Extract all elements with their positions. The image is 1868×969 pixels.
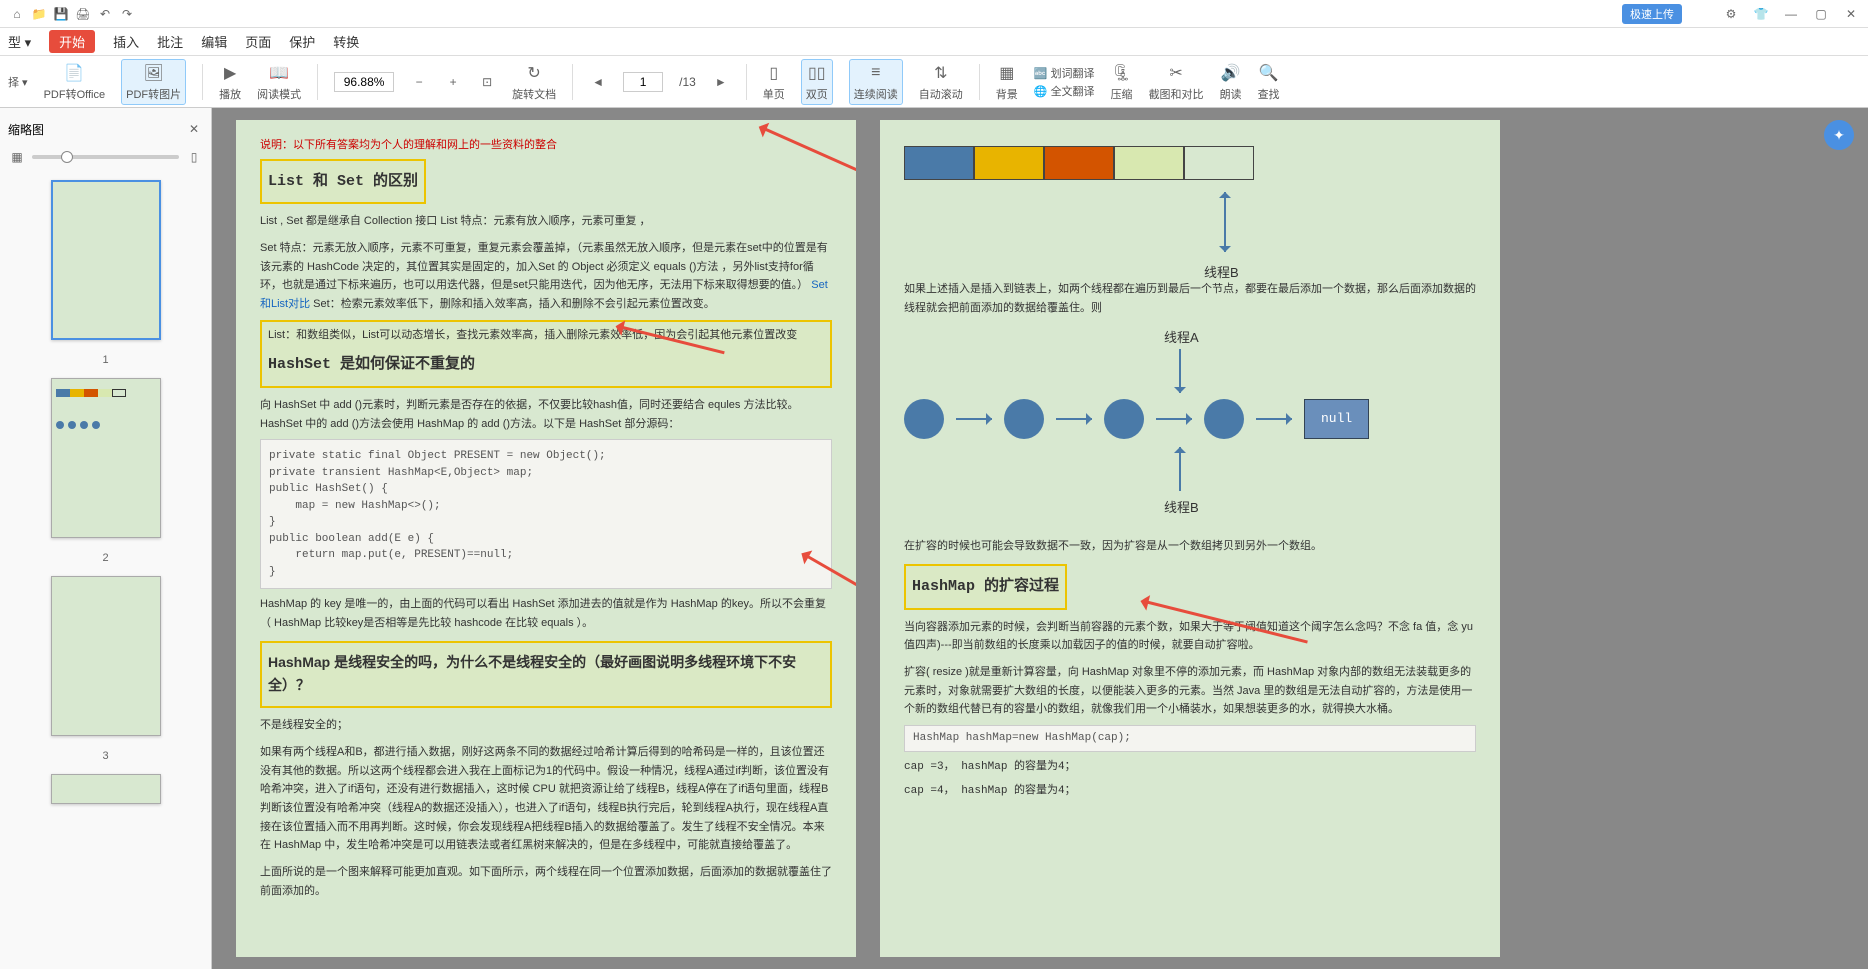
p-diagram-intro: 上面所说的是一个图来解释可能更加直观。如下面所示，两个线程在同一个位置添加数据，… xyxy=(260,863,832,900)
open-icon[interactable]: 📁 xyxy=(30,5,48,23)
upload-badge[interactable]: 极速上传 xyxy=(1622,4,1682,24)
close-icon[interactable]: ✕ xyxy=(1842,5,1860,23)
read-mode[interactable]: 📖阅读模式 xyxy=(257,62,301,102)
continuous-read[interactable]: ≡连续阅读 xyxy=(849,59,903,105)
p-list-set-intro: List , Set 都是继承自 Collection 接口 List 特点：元… xyxy=(260,212,832,231)
p-hashset-add: 向 HashSet 中 add ()元素时，判断元素是否存在的依据，不仅要比较h… xyxy=(260,396,832,433)
label-threadB-2: 线程B xyxy=(1164,497,1199,519)
word-translate[interactable]: 🔤 划词翻译 xyxy=(1034,65,1095,81)
settings-icon[interactable]: ⚙ xyxy=(1722,5,1740,23)
max-icon[interactable]: ▢ xyxy=(1812,5,1830,23)
thumb-grid-icon[interactable]: ▦ xyxy=(8,148,26,166)
arrow-up-icon xyxy=(1224,192,1226,252)
menu-convert[interactable]: 转换 xyxy=(333,32,359,51)
menu-edit[interactable]: 编辑 xyxy=(201,32,227,51)
auto-scroll[interactable]: ⇅自动滚动 xyxy=(919,62,963,102)
ribbon: 择 ▾ 📄PDF转Office 🖼PDF转图片 ▶播放 📖阅读模式 − + ⊡ … xyxy=(0,56,1868,108)
p-list-features: List：和数组类似，List可以动态增长，查找元素效率高，插入删除元素效率低，… xyxy=(268,326,824,345)
sidebar-title: 缩略图 xyxy=(8,121,44,138)
full-translate[interactable]: 🌐 全文翻译 xyxy=(1034,83,1095,99)
thumb-single-icon[interactable]: ▯ xyxy=(185,148,203,166)
label-threadA: 线程A xyxy=(1164,327,1199,349)
ribbon-select-type[interactable]: 择 ▾ xyxy=(8,74,28,90)
menu-page[interactable]: 页面 xyxy=(245,32,271,51)
menu-insert[interactable]: 插入 xyxy=(113,32,139,51)
play-button[interactable]: ▶播放 xyxy=(219,62,241,102)
page-2: 线程B 如果上述插入是插入到链表上，如两个线程都在遍历到最后一个节点，都要在最后… xyxy=(880,120,1500,957)
main-area: 缩略图 ✕ ▦ ▯ 1 2 3 说明：以下所有答案均为个人的理解和网上的一些资料… xyxy=(0,108,1868,969)
p-cap3: cap =3， hashMap 的容量为4； xyxy=(904,758,1476,777)
menu-annotate[interactable]: 批注 xyxy=(157,32,183,51)
label-threadB-1: 线程B xyxy=(1204,262,1239,284)
prev-page-icon[interactable]: ◄ xyxy=(589,73,607,91)
thumb-num-3: 3 xyxy=(102,750,108,762)
heading-threadsafe: HashMap 是线程安全的吗，为什么不是线程安全的（最好画图说明多线程环境下不… xyxy=(268,651,824,699)
code-hashmap-new: HashMap hashMap=new HashMap(cap); xyxy=(904,725,1476,752)
pdf-to-office[interactable]: 📄PDF转Office xyxy=(44,62,106,102)
min-icon[interactable]: — xyxy=(1782,5,1800,23)
page-1: 说明：以下所有答案均为个人的理解和网上的一些资料的整合 List 和 Set 的… xyxy=(236,120,856,957)
undo-icon[interactable]: ↶ xyxy=(96,5,114,23)
doc-note: 说明：以下所有答案均为个人的理解和网上的一些资料的整合 xyxy=(260,136,832,155)
thumbnail-4[interactable] xyxy=(51,774,161,804)
pdf-to-image[interactable]: 🖼PDF转图片 xyxy=(121,59,186,105)
menu-type-dropdown[interactable]: 型 ▾ xyxy=(8,32,31,51)
zoom-out-icon[interactable]: − xyxy=(410,73,428,91)
p-hashmap-key: HashMap 的 key 是唯一的，由上面的代码可以看出 HashSet 添加… xyxy=(260,595,832,632)
page-input[interactable] xyxy=(623,72,663,92)
single-page[interactable]: ▯单页 xyxy=(763,62,785,102)
sidebar-close-icon[interactable]: ✕ xyxy=(185,120,203,138)
read-aloud[interactable]: 🔊朗读 xyxy=(1220,62,1242,102)
window-controls: ⚙ 👕 — ▢ ✕ xyxy=(1722,5,1860,23)
home-icon[interactable]: ⌂ xyxy=(8,5,26,23)
p-set-features: Set 特点：元素无放入顺序，元素不可重复，重复元素会覆盖掉，（元素虽然无放入顺… xyxy=(260,239,832,314)
document-area[interactable]: 说明：以下所有答案均为个人的理解和网上的一些资料的整合 List 和 Set 的… xyxy=(212,108,1868,969)
thumbnail-3[interactable] xyxy=(51,576,161,736)
p-resize-inconsistent: 在扩容的时候也可能会导致数据不一致，因为扩容是从一个数组拷贝到另外一个数组。 xyxy=(904,537,1476,556)
zoom-in-icon[interactable]: + xyxy=(444,73,462,91)
thumbnail-2[interactable] xyxy=(51,378,161,538)
zoom-fit-icon[interactable]: ⊡ xyxy=(478,73,496,91)
quick-toolbar: ⌂ 📁 💾 🖨 ↶ ↷ 极速上传 ⚙ 👕 — ▢ ✕ xyxy=(0,0,1868,28)
zoom-input[interactable] xyxy=(334,72,394,92)
menubar: 型 ▾ 开始 插入 批注 编辑 页面 保护 转换 xyxy=(0,28,1868,56)
null-node: null xyxy=(1304,399,1369,439)
floating-action-icon[interactable]: ✦ xyxy=(1824,120,1854,150)
heading-hashset: HashSet 是如何保证不重复的 xyxy=(268,352,824,378)
rotate-doc[interactable]: ↻旋转文档 xyxy=(512,62,556,102)
sidebar-thumbnails: 缩略图 ✕ ▦ ▯ 1 2 3 xyxy=(0,108,212,969)
find[interactable]: 🔍查找 xyxy=(1258,62,1280,102)
diagram-color-row: 线程B xyxy=(904,146,1476,180)
thumb-num-2: 2 xyxy=(102,552,108,564)
p-not-threadsafe: 不是线程安全的； xyxy=(260,716,832,735)
skin-icon[interactable]: 👕 xyxy=(1752,5,1770,23)
thumb-size-slider[interactable] xyxy=(32,155,179,159)
page-total: /13 xyxy=(679,75,696,89)
compress[interactable]: 🗜压缩 xyxy=(1111,62,1133,102)
diagram-linked-list: 线程A null 线程B xyxy=(904,327,1476,527)
heading-resize: HashMap 的扩容过程 xyxy=(912,574,1059,600)
p-threadsafe-explain: 如果有两个线程A和B，都进行插入数据，刚好这两条不同的数据经过哈希计算后得到的哈… xyxy=(260,743,832,855)
p-linked-insert: 如果上述插入是插入到链表上，如两个线程都在遍历到最后一个节点，都要在最后添加一个… xyxy=(904,280,1476,317)
code-hashset: private static final Object PRESENT = ne… xyxy=(260,439,832,589)
next-page-icon[interactable]: ► xyxy=(712,73,730,91)
print-icon[interactable]: 🖨 xyxy=(74,5,92,23)
background[interactable]: ▦背景 xyxy=(996,62,1018,102)
thumb-num-1: 1 xyxy=(102,354,108,366)
heading-list-set: List 和 Set 的区别 xyxy=(268,169,418,195)
p-cap4: cap =4， hashMap 的容量为4； xyxy=(904,782,1476,801)
p-resize-when: 当向容器添加元素的时候，会判断当前容器的元素个数，如果大于等于阈值知道这个阈字怎… xyxy=(904,618,1476,655)
redo-icon[interactable]: ↷ xyxy=(118,5,136,23)
save-icon[interactable]: 💾 xyxy=(52,5,70,23)
p-resize-how: 扩容( resize )就是重新计算容量，向 HashMap 对象里不停的添加元… xyxy=(904,663,1476,719)
screenshot-compare[interactable]: ✂截图和对比 xyxy=(1149,62,1204,102)
menu-protect[interactable]: 保护 xyxy=(289,32,315,51)
thumbnail-1[interactable] xyxy=(51,180,161,340)
menu-start[interactable]: 开始 xyxy=(49,30,95,53)
double-page[interactable]: ▯▯双页 xyxy=(801,59,833,105)
